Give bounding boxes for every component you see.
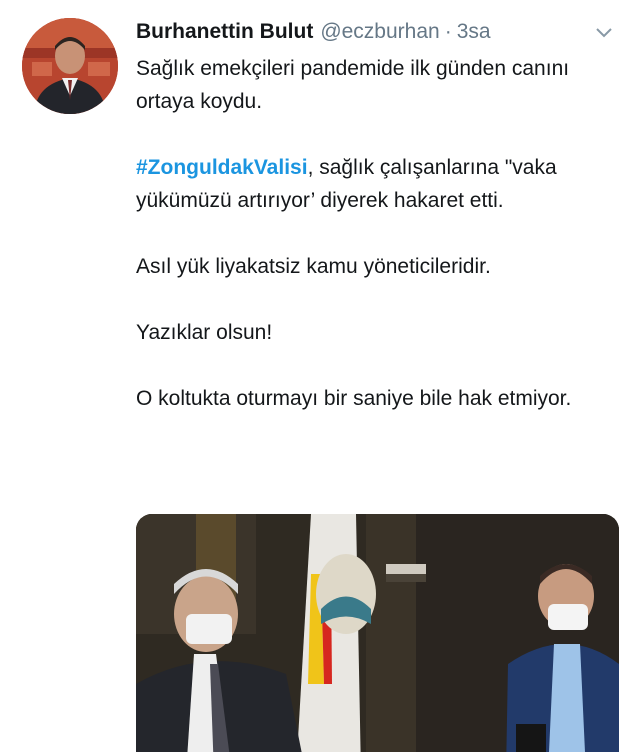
tweet-text-line3: Asıl yük liyakatsiz kamu yöneticileridir… bbox=[136, 255, 491, 278]
avatar[interactable] bbox=[22, 18, 118, 114]
separator-dot: · bbox=[444, 20, 452, 43]
tweet-text-line5: O koltukta oturmayı bir saniye bile hak … bbox=[136, 387, 572, 410]
video-thumbnail-icon bbox=[136, 514, 619, 752]
tweet-text-line2: #ZonguldakValisi, sağlık çalışanlarına "… bbox=[136, 151, 626, 217]
tweet-media[interactable] bbox=[136, 514, 619, 752]
tweet-text-line4: Yazıklar olsun! bbox=[136, 321, 273, 344]
author-name[interactable]: Burhanettin Bulut bbox=[136, 16, 313, 48]
tweet-menu-button[interactable] bbox=[591, 22, 617, 44]
tweet-header: Burhanettin Bulut @eczburhan · 3sa bbox=[136, 16, 491, 48]
tweet-text-line1: Sağlık emekçileri pandemide ilk günden c… bbox=[136, 57, 570, 113]
tweet-timestamp[interactable]: 3sa bbox=[457, 16, 491, 48]
chevron-down-icon bbox=[596, 28, 612, 38]
profile-photo-icon bbox=[22, 18, 118, 114]
author-handle[interactable]: @eczburhan bbox=[320, 16, 439, 48]
tweet[interactable]: Burhanettin Bulut @eczburhan · 3sa Sağlı… bbox=[0, 0, 640, 752]
tweet-text: Sağlık emekçileri pandemide ilk günden c… bbox=[136, 52, 626, 415]
hashtag-link[interactable]: #ZonguldakValisi bbox=[136, 156, 308, 179]
